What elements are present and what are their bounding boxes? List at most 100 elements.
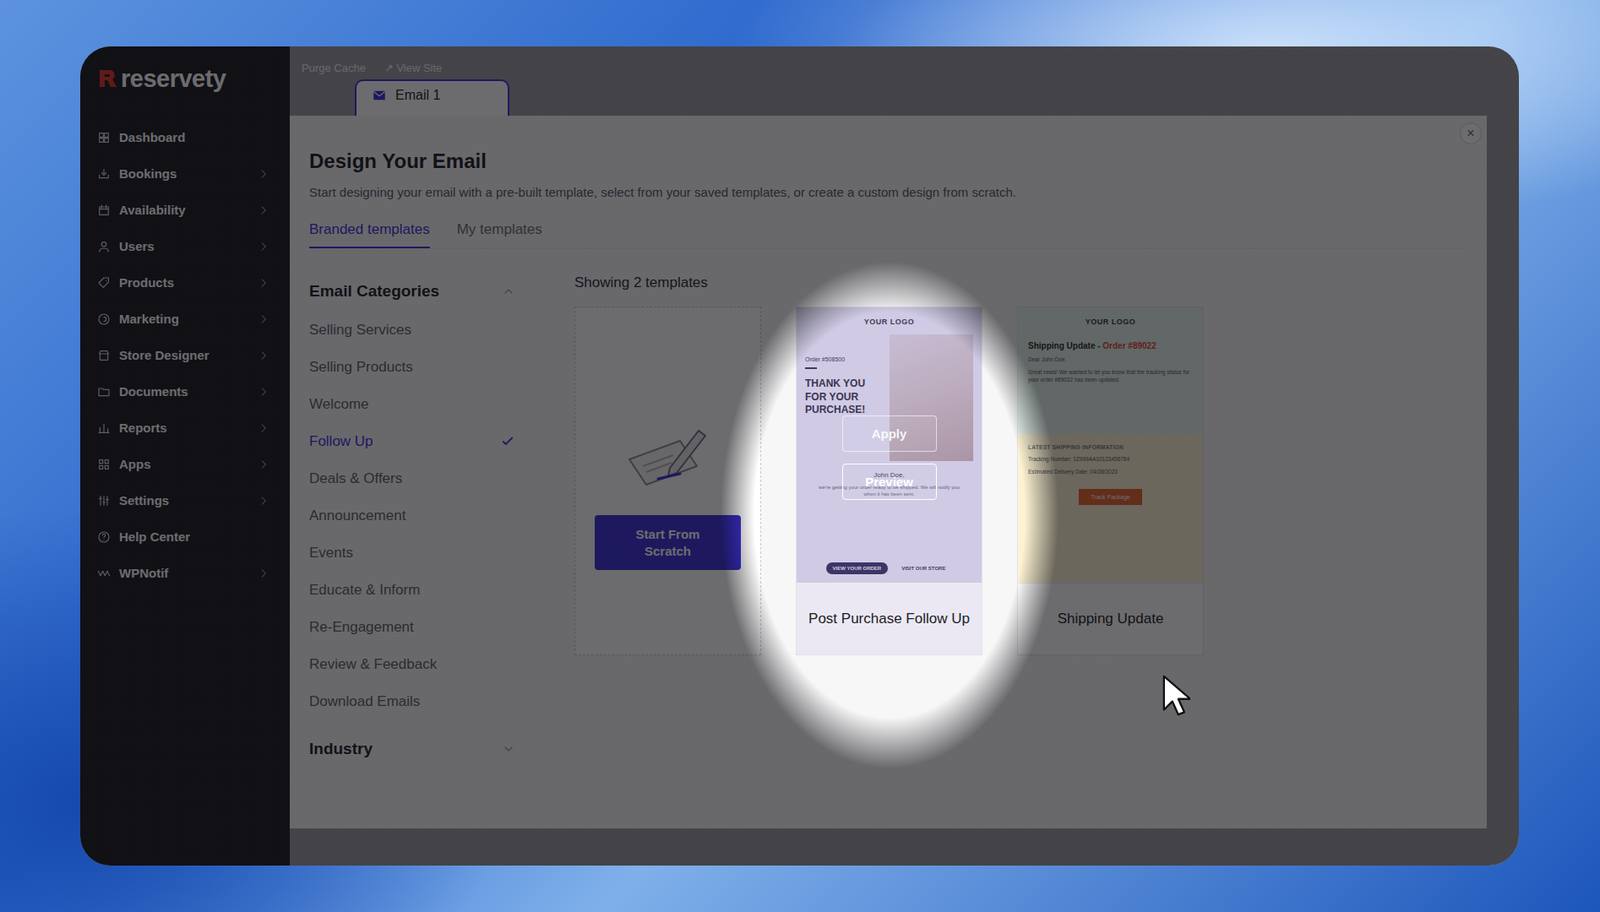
- sidebar-item-label: Bookings: [119, 166, 250, 181]
- category-item[interactable]: Announcement: [309, 497, 521, 535]
- chevron-right-icon: [257, 495, 270, 507]
- sidebar-item[interactable]: Documents: [97, 373, 290, 410]
- logo[interactable]: reservety: [97, 63, 290, 94]
- sidebar-item[interactable]: Users: [97, 228, 290, 265]
- chevron-right-icon: [257, 349, 270, 362]
- chevron-right-icon: [257, 240, 270, 253]
- sidebar-item[interactable]: Bookings: [97, 155, 290, 192]
- category-label: Announcement: [309, 507, 406, 525]
- template-grid: Start From Scratch YOUR LOGOOrder #508500…: [574, 306, 1462, 656]
- category-label: Educate & Inform: [309, 582, 420, 599]
- page-tabs: Email 1: [289, 79, 1519, 120]
- sidebar-item[interactable]: Dashboard: [97, 119, 290, 156]
- template-count: Showing 2 templates: [574, 274, 1462, 300]
- chevron-right-icon: [257, 422, 270, 435]
- template-card[interactable]: YOUR LOGOShipping Update - Order #89022D…: [1017, 306, 1204, 656]
- start-from-scratch-button[interactable]: Start From Scratch: [594, 515, 741, 571]
- sidebar: reservety Dashboard Bookings Availability Us…: [80, 46, 290, 866]
- chevron-right-icon: [257, 168, 270, 180]
- spotlight-overlay: [80, 46, 1519, 866]
- template-name: Shipping Update: [1017, 582, 1203, 655]
- chevron-right-icon: [257, 313, 270, 326]
- chevron-icon: [501, 284, 516, 299]
- sidebar-item-label: Documents: [119, 384, 250, 399]
- menu-icon: [97, 566, 111, 581]
- template-action-button[interactable]: Apply: [842, 415, 937, 452]
- top-bar: Purge Cache ↗ View Site: [289, 46, 1519, 80]
- template-name: Post Purchase Follow Up: [796, 582, 982, 655]
- template-action-button[interactable]: Preview: [842, 463, 937, 501]
- filter-title: Industry: [309, 740, 373, 759]
- sidebar-item[interactable]: Availability: [97, 191, 290, 229]
- category-label: Events: [309, 544, 354, 562]
- filter-header[interactable]: Industry: [309, 732, 521, 767]
- category-item[interactable]: Welcome: [309, 386, 521, 424]
- chevron-right-icon: [257, 277, 270, 289]
- menu-icon: [97, 385, 111, 399]
- design-email-modal: ×Design Your EmailStart designing your e…: [289, 115, 1487, 829]
- category-label: Download Emails: [309, 693, 420, 711]
- app-window: reservety Dashboard Bookings Availability Us…: [80, 46, 1519, 866]
- email-preview: YOUR LOGOShipping Update - Order #89022D…: [1017, 307, 1203, 583]
- chevron-right-icon: [257, 458, 270, 471]
- menu-icon: [97, 494, 111, 508]
- chevron-icon: [501, 742, 516, 757]
- category-item[interactable]: Follow Up: [309, 423, 521, 461]
- filter-group: Email CategoriesSelling Services Selling …: [309, 274, 521, 733]
- modal-tab[interactable]: My templates: [457, 221, 543, 249]
- category-label: Welcome: [309, 396, 370, 414]
- sidebar-item-label: Availability: [119, 202, 250, 218]
- category-item[interactable]: Events: [309, 534, 521, 572]
- page-tab-label: Email 1: [395, 87, 441, 104]
- sidebar-item-label: Store Designer: [119, 348, 250, 363]
- category-item[interactable]: Selling Services: [309, 311, 521, 349]
- checkmark-icon: [500, 434, 516, 450]
- modal-tab[interactable]: Branded templates: [309, 221, 430, 249]
- hover-overlay: Apply Preview: [796, 307, 982, 583]
- menu-icon: [97, 276, 111, 290]
- sidebar-item[interactable]: WPNotif: [97, 555, 290, 592]
- top-bar-link[interactable]: ↗ View Site: [384, 61, 442, 75]
- templates-area: Showing 2 templates Start From Scratch YOU…: [574, 274, 1462, 829]
- category-item[interactable]: Educate & Inform: [309, 571, 521, 610]
- chevron-right-icon: [257, 204, 270, 217]
- preview-shipping-info: LATEST SHIPPING INFORMATIONTracking Numb…: [1017, 434, 1203, 583]
- sidebar-item-label: WPNotif: [119, 565, 250, 581]
- sidebar-item[interactable]: Store Designer: [97, 337, 290, 374]
- menu-icon: [97, 348, 111, 363]
- category-item[interactable]: Re-Engagement: [309, 609, 521, 647]
- sidebar-item[interactable]: Apps: [97, 446, 290, 483]
- menu-icon: [97, 457, 111, 472]
- category-item[interactable]: Review & Feedback: [309, 646, 521, 684]
- sidebar-item-label: Dashboard: [119, 130, 270, 145]
- close-button[interactable]: ×: [1459, 122, 1482, 145]
- sidebar-item[interactable]: Marketing: [97, 300, 290, 338]
- category-label: Selling Products: [309, 359, 414, 376]
- preview-section-title: LATEST SHIPPING INFORMATION: [1028, 444, 1124, 451]
- menu-icon: [97, 421, 111, 436]
- chevron-right-icon: [257, 567, 270, 580]
- menu-icon: [97, 203, 111, 218]
- category-item[interactable]: Deals & Offers: [309, 460, 521, 498]
- category-item[interactable]: Download Emails: [309, 683, 521, 721]
- template-preview: YOUR LOGOOrder #508500THANK YOU FOR YOUR…: [796, 307, 982, 583]
- category-label: Deals & Offers: [309, 470, 403, 488]
- page-tab[interactable]: Email 1: [354, 79, 510, 120]
- sidebar-item[interactable]: Reports: [97, 409, 290, 447]
- modal-body: Email CategoriesSelling Services Selling …: [309, 274, 1462, 829]
- scratch-card[interactable]: Start From Scratch: [574, 306, 762, 656]
- sidebar-item[interactable]: Products: [97, 264, 290, 301]
- sidebar-item[interactable]: Settings: [97, 482, 290, 519]
- preview-button: Track Package: [1078, 489, 1142, 506]
- category-label: Re-Engagement: [309, 619, 414, 637]
- template-card[interactable]: YOUR LOGOOrder #508500THANK YOU FOR YOUR…: [795, 306, 983, 656]
- filter-header[interactable]: Email Categories: [309, 274, 521, 309]
- sidebar-item[interactable]: Help Center: [97, 518, 290, 556]
- category-item[interactable]: Selling Products: [309, 348, 521, 387]
- sidebar-item-label: Users: [119, 239, 250, 254]
- top-bar-link[interactable]: Purge Cache: [301, 61, 366, 75]
- preview-greeting: Dear John Doe,: [1028, 355, 1193, 364]
- filter-panel: Email CategoriesSelling Services Selling …: [309, 274, 521, 829]
- sidebar-item-label: Settings: [119, 493, 250, 508]
- template-preview: YOUR LOGOShipping Update - Order #89022D…: [1017, 307, 1203, 583]
